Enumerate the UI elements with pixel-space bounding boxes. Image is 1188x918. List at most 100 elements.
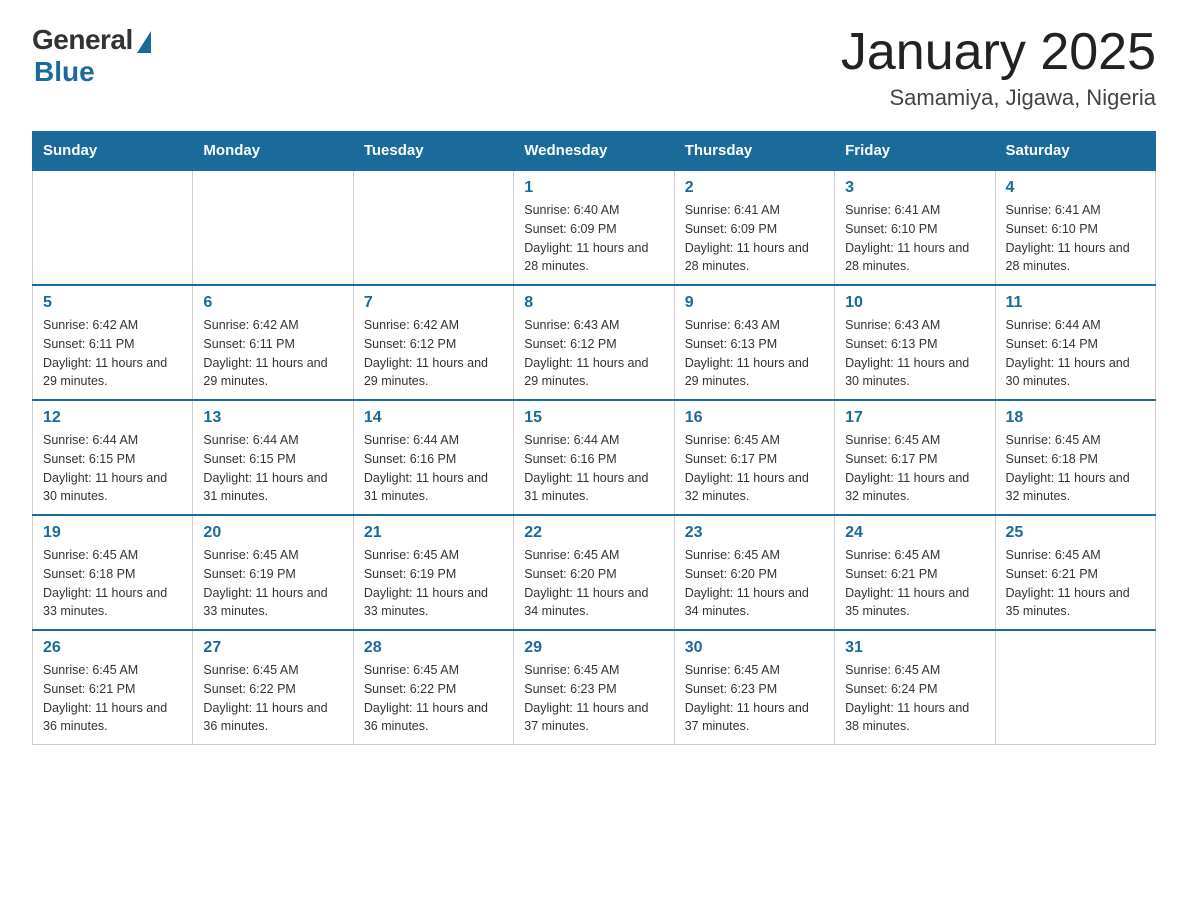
day-number: 1 xyxy=(524,179,663,197)
day-info: Sunrise: 6:45 AM Sunset: 6:20 PM Dayligh… xyxy=(524,546,663,621)
calendar-header-tuesday: Tuesday xyxy=(353,132,513,171)
calendar-cell: 24Sunrise: 6:45 AM Sunset: 6:21 PM Dayli… xyxy=(835,515,995,630)
day-info: Sunrise: 6:45 AM Sunset: 6:19 PM Dayligh… xyxy=(203,546,342,621)
day-number: 7 xyxy=(364,294,503,312)
day-number: 5 xyxy=(43,294,182,312)
calendar-header-wednesday: Wednesday xyxy=(514,132,674,171)
calendar-cell: 5 Sunrise: 6:42 AM Sunset: 6:11 PM Daylig… xyxy=(33,285,193,400)
day-info: Sunrise: 6:44 AM Sunset: 6:15 PM Dayligh… xyxy=(203,431,342,506)
calendar-header-thursday: Thursday xyxy=(674,132,834,171)
calendar-cell xyxy=(353,170,513,285)
calendar-week-2: 5 Sunrise: 6:42 AM Sunset: 6:11 PM Daylig… xyxy=(33,285,1156,400)
calendar-cell: 13 Sunrise: 6:44 AM Sunset: 6:15 PM Dayli… xyxy=(193,400,353,515)
calendar-cell: 8 Sunrise: 6:43 AM Sunset: 6:12 PM Daylig… xyxy=(514,285,674,400)
location-title: Samamiya, Jigawa, Nigeria xyxy=(841,85,1156,111)
calendar-cell xyxy=(995,630,1155,745)
calendar-cell: 4 Sunrise: 6:41 AM Sunset: 6:10 PM Daylig… xyxy=(995,170,1155,285)
day-number: 28 xyxy=(364,639,503,657)
calendar-cell: 10 Sunrise: 6:43 AM Sunset: 6:13 PM Dayli… xyxy=(835,285,995,400)
day-number: 16 xyxy=(685,409,824,427)
day-info: Sunrise: 6:45 AM Sunset: 6:23 PM Dayligh… xyxy=(685,661,824,736)
calendar-cell: 19Sunrise: 6:45 AM Sunset: 6:18 PM Dayli… xyxy=(33,515,193,630)
day-number: 13 xyxy=(203,409,342,427)
day-number: 4 xyxy=(1006,179,1145,197)
calendar-cell: 9 Sunrise: 6:43 AM Sunset: 6:13 PM Daylig… xyxy=(674,285,834,400)
day-info: Sunrise: 6:41 AM Sunset: 6:10 PM Dayligh… xyxy=(1006,201,1145,276)
calendar-cell: 29Sunrise: 6:45 AM Sunset: 6:23 PM Dayli… xyxy=(514,630,674,745)
day-info: Sunrise: 6:45 AM Sunset: 6:19 PM Dayligh… xyxy=(364,546,503,621)
day-info: Sunrise: 6:45 AM Sunset: 6:21 PM Dayligh… xyxy=(43,661,182,736)
calendar-cell: 22 Sunrise: 6:45 AM Sunset: 6:20 PM Dayli… xyxy=(514,515,674,630)
calendar-cell: 20 Sunrise: 6:45 AM Sunset: 6:19 PM Dayli… xyxy=(193,515,353,630)
day-info: Sunrise: 6:42 AM Sunset: 6:11 PM Dayligh… xyxy=(43,316,182,391)
day-number: 26 xyxy=(43,639,182,657)
calendar-header-row: SundayMondayTuesdayWednesdayThursdayFrid… xyxy=(33,132,1156,171)
calendar-header-sunday: Sunday xyxy=(33,132,193,171)
day-info: Sunrise: 6:44 AM Sunset: 6:15 PM Dayligh… xyxy=(43,431,182,506)
day-number: 12 xyxy=(43,409,182,427)
calendar-week-5: 26 Sunrise: 6:45 AM Sunset: 6:21 PM Dayli… xyxy=(33,630,1156,745)
day-info: Sunrise: 6:40 AM Sunset: 6:09 PM Dayligh… xyxy=(524,201,663,276)
calendar-cell: 27Sunrise: 6:45 AM Sunset: 6:22 PM Dayli… xyxy=(193,630,353,745)
calendar-cell: 28 Sunrise: 6:45 AM Sunset: 6:22 PM Dayli… xyxy=(353,630,513,745)
calendar-cell: 16 Sunrise: 6:45 AM Sunset: 6:17 PM Dayli… xyxy=(674,400,834,515)
calendar-cell: 21Sunrise: 6:45 AM Sunset: 6:19 PM Dayli… xyxy=(353,515,513,630)
day-number: 9 xyxy=(685,294,824,312)
day-info: Sunrise: 6:41 AM Sunset: 6:10 PM Dayligh… xyxy=(845,201,984,276)
day-number: 23 xyxy=(685,524,824,542)
calendar-week-3: 12 Sunrise: 6:44 AM Sunset: 6:15 PM Dayli… xyxy=(33,400,1156,515)
day-info: Sunrise: 6:45 AM Sunset: 6:18 PM Dayligh… xyxy=(43,546,182,621)
calendar-header-monday: Monday xyxy=(193,132,353,171)
day-info: Sunrise: 6:45 AM Sunset: 6:22 PM Dayligh… xyxy=(203,661,342,736)
day-number: 14 xyxy=(364,409,503,427)
day-number: 29 xyxy=(524,639,663,657)
day-info: Sunrise: 6:43 AM Sunset: 6:13 PM Dayligh… xyxy=(685,316,824,391)
day-info: Sunrise: 6:44 AM Sunset: 6:16 PM Dayligh… xyxy=(524,431,663,506)
calendar-cell: 14 Sunrise: 6:44 AM Sunset: 6:16 PM Dayli… xyxy=(353,400,513,515)
day-info: Sunrise: 6:45 AM Sunset: 6:17 PM Dayligh… xyxy=(845,431,984,506)
calendar-header-saturday: Saturday xyxy=(995,132,1155,171)
calendar-cell: 26 Sunrise: 6:45 AM Sunset: 6:21 PM Dayli… xyxy=(33,630,193,745)
calendar-cell xyxy=(193,170,353,285)
day-number: 11 xyxy=(1006,294,1145,312)
day-info: Sunrise: 6:43 AM Sunset: 6:13 PM Dayligh… xyxy=(845,316,984,391)
day-number: 8 xyxy=(524,294,663,312)
calendar-cell: 30 Sunrise: 6:45 AM Sunset: 6:23 PM Dayli… xyxy=(674,630,834,745)
day-number: 22 xyxy=(524,524,663,542)
page-header: General Blue January 2025 Samamiya, Jiga… xyxy=(32,24,1156,111)
calendar-header-friday: Friday xyxy=(835,132,995,171)
day-number: 2 xyxy=(685,179,824,197)
day-number: 31 xyxy=(845,639,984,657)
day-info: Sunrise: 6:45 AM Sunset: 6:22 PM Dayligh… xyxy=(364,661,503,736)
day-number: 30 xyxy=(685,639,824,657)
day-number: 18 xyxy=(1006,409,1145,427)
day-info: Sunrise: 6:45 AM Sunset: 6:21 PM Dayligh… xyxy=(1006,546,1145,621)
calendar-cell: 2 Sunrise: 6:41 AM Sunset: 6:09 PM Daylig… xyxy=(674,170,834,285)
calendar-cell: 17Sunrise: 6:45 AM Sunset: 6:17 PM Dayli… xyxy=(835,400,995,515)
day-number: 10 xyxy=(845,294,984,312)
day-info: Sunrise: 6:45 AM Sunset: 6:18 PM Dayligh… xyxy=(1006,431,1145,506)
calendar-cell: 18 Sunrise: 6:45 AM Sunset: 6:18 PM Dayli… xyxy=(995,400,1155,515)
day-number: 20 xyxy=(203,524,342,542)
day-number: 6 xyxy=(203,294,342,312)
calendar-cell: 1 Sunrise: 6:40 AM Sunset: 6:09 PM Daylig… xyxy=(514,170,674,285)
day-info: Sunrise: 6:42 AM Sunset: 6:12 PM Dayligh… xyxy=(364,316,503,391)
day-info: Sunrise: 6:44 AM Sunset: 6:16 PM Dayligh… xyxy=(364,431,503,506)
day-info: Sunrise: 6:43 AM Sunset: 6:12 PM Dayligh… xyxy=(524,316,663,391)
logo-general-text: General xyxy=(32,24,133,56)
calendar-cell: 25Sunrise: 6:45 AM Sunset: 6:21 PM Dayli… xyxy=(995,515,1155,630)
month-title: January 2025 xyxy=(841,24,1156,81)
day-info: Sunrise: 6:45 AM Sunset: 6:17 PM Dayligh… xyxy=(685,431,824,506)
day-number: 3 xyxy=(845,179,984,197)
day-info: Sunrise: 6:44 AM Sunset: 6:14 PM Dayligh… xyxy=(1006,316,1145,391)
calendar-cell: 6Sunrise: 6:42 AM Sunset: 6:11 PM Daylig… xyxy=(193,285,353,400)
calendar-cell xyxy=(33,170,193,285)
calendar-cell: 23 Sunrise: 6:45 AM Sunset: 6:20 PM Dayli… xyxy=(674,515,834,630)
calendar-cell: 11 Sunrise: 6:44 AM Sunset: 6:14 PM Dayli… xyxy=(995,285,1155,400)
calendar-cell: 12 Sunrise: 6:44 AM Sunset: 6:15 PM Dayli… xyxy=(33,400,193,515)
day-info: Sunrise: 6:45 AM Sunset: 6:20 PM Dayligh… xyxy=(685,546,824,621)
logo: General Blue xyxy=(32,24,151,88)
title-area: January 2025 Samamiya, Jigawa, Nigeria xyxy=(841,24,1156,111)
day-info: Sunrise: 6:41 AM Sunset: 6:09 PM Dayligh… xyxy=(685,201,824,276)
calendar-cell: 15Sunrise: 6:44 AM Sunset: 6:16 PM Dayli… xyxy=(514,400,674,515)
